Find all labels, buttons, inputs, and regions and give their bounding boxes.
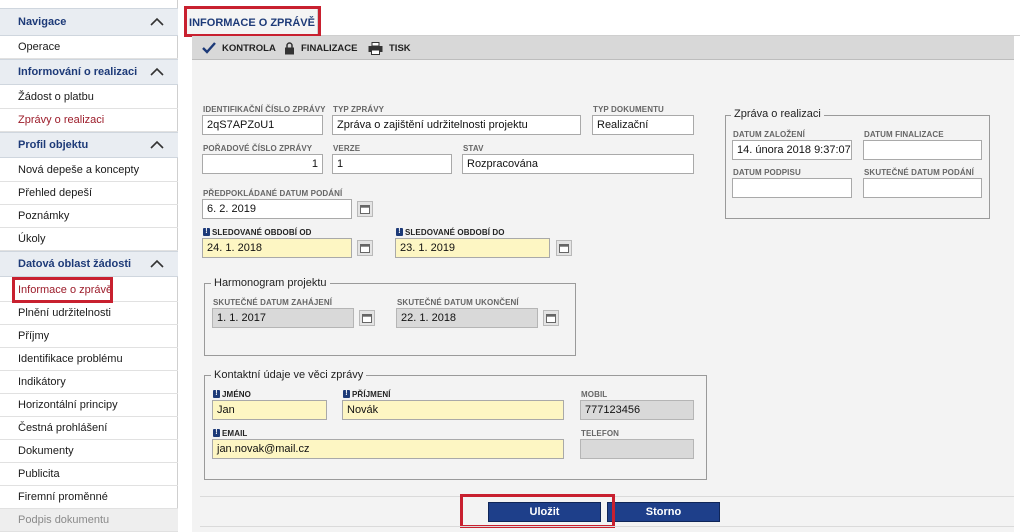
highlight-box (12, 277, 113, 303)
start-date-label: SKUTEČNÉ DATUM ZAHÁJENÍ (213, 298, 333, 307)
last-name-field[interactable]: Novák (342, 400, 564, 420)
sidebar-section-navigace[interactable]: Navigace (0, 8, 178, 36)
calendar-icon[interactable] (357, 201, 373, 217)
sidebar-item-poznamky[interactable]: Poznámky (0, 205, 178, 228)
planned-date-label: PŘEDPOKLÁDANÉ DATUM PODÁNÍ (203, 189, 343, 198)
first-name-field[interactable]: Jan (212, 400, 327, 420)
printer-icon (368, 41, 383, 55)
sidebar-item-operace[interactable]: Operace (0, 36, 178, 59)
created-date-label: DATUM ZALOŽENÍ (733, 130, 805, 139)
type-label: TYP ZPRÁVY (333, 105, 385, 114)
sidebar-section-profil[interactable]: Profil objektu (0, 132, 178, 158)
doctype-label: TYP DOKUMENTU (593, 105, 664, 114)
sidebar-item-identifikace-problemu[interactable]: Identifikace problému (0, 348, 178, 371)
tisk-button[interactable]: TISK (368, 36, 411, 60)
sidebar-item-nova-depese[interactable]: Nová depeše a koncepty (0, 158, 178, 182)
sidebar-item-zadost-o-platbu[interactable]: Žádost o platbu (0, 85, 178, 109)
version-field[interactable]: 1 (332, 154, 452, 174)
last-name-label: PŘÍJMENÍ (343, 390, 391, 399)
finalizace-button[interactable]: FINALIZACE (284, 36, 357, 60)
contact-legend: Kontaktní údaje ve věci zprávy (211, 369, 367, 381)
final-date-field[interactable] (863, 140, 982, 160)
version-label: VERZE (333, 144, 361, 153)
sidebar-section-label: Informování o realizaci (18, 66, 138, 78)
sidebar-item-ukoly[interactable]: Úkoly (0, 228, 178, 251)
sidebar-item-dokumenty[interactable]: Dokumenty (0, 440, 178, 463)
harmonogram-legend: Harmonogram projektu (211, 277, 330, 289)
sign-date-field[interactable] (732, 178, 852, 198)
sidebar-item-plneni-udrzitelnosti[interactable]: Plnění udržitelnosti (0, 302, 178, 325)
sidebar-item-prijmy[interactable]: Příjmy (0, 325, 178, 348)
sidebar-item-prehled-depesi[interactable]: Přehled depeší (0, 182, 178, 205)
doctype-field[interactable]: Realizační (592, 115, 694, 135)
email-field[interactable]: jan.novak@mail.cz (212, 439, 564, 459)
calendar-icon[interactable] (359, 310, 375, 326)
state-label: STAV (463, 144, 484, 153)
sidebar: Navigace Operace Informování o realizaci… (0, 0, 178, 532)
cancel-button[interactable]: Storno (607, 502, 720, 522)
phone-field[interactable] (580, 439, 694, 459)
sidebar-item-horizontalni-principy[interactable]: Horizontální principy (0, 394, 178, 417)
sidebar-section-label: Profil objektu (18, 139, 89, 151)
toolbar: KONTROLA FINALIZACE TISK (192, 36, 1014, 60)
id-field[interactable]: 2qS7APZoU1 (202, 115, 323, 135)
order-field[interactable]: 1 (202, 154, 323, 174)
sidebar-item-cestna-prohlaseni[interactable]: Čestná prohlášení (0, 417, 178, 440)
period-from-label: SLEDOVANÉ OBDOBÍ OD (203, 228, 312, 237)
phone-label: TELEFON (581, 429, 620, 438)
submit-date-field[interactable] (863, 178, 982, 198)
highlight-box (460, 494, 615, 528)
chevron-up-icon (150, 259, 164, 268)
sidebar-item-zpravy-o-realizaci[interactable]: Zprávy o realizaci (0, 109, 178, 132)
lock-icon (285, 41, 294, 54)
chevron-up-icon (150, 67, 164, 76)
calendar-icon[interactable] (556, 240, 572, 256)
sidebar-section-label: Datová oblast žádosti (18, 258, 132, 270)
kontrola-button[interactable]: KONTROLA (202, 36, 276, 60)
period-from-field[interactable]: 24. 1. 2018 (202, 238, 352, 258)
calendar-icon[interactable] (543, 310, 559, 326)
sidebar-section-datova-oblast[interactable]: Datová oblast žádosti (0, 251, 178, 277)
chevron-up-icon (150, 140, 164, 149)
id-label: IDENTIFIKAČNÍ ČÍSLO ZPRÁVY (203, 105, 326, 114)
report-info-legend: Zpráva o realizaci (731, 108, 824, 120)
state-field[interactable]: Rozpracována (462, 154, 694, 174)
submit-date-label: SKUTEČNÉ DATUM PODÁNÍ (864, 168, 974, 177)
created-date-field[interactable]: 14. února 2018 9:37:07 (732, 140, 852, 160)
mobile-label: MOBIL (581, 390, 608, 399)
period-to-label: SLEDOVANÉ OBDOBÍ DO (396, 228, 505, 237)
order-label: POŘADOVÉ ČÍSLO ZPRÁVY (203, 144, 313, 153)
planned-date-field[interactable]: 6. 2. 2019 (202, 199, 352, 219)
sidebar-item-indikatory[interactable]: Indikátory (0, 371, 178, 394)
divider (200, 526, 1014, 527)
period-to-field[interactable]: 23. 1. 2019 (395, 238, 550, 258)
first-name-label: JMÉNO (213, 390, 251, 399)
start-date-field[interactable]: 1. 1. 2017 (212, 308, 354, 328)
mobile-field[interactable]: 777123456 (580, 400, 694, 420)
sidebar-item-podpis-dokumentu[interactable]: Podpis dokumentu (0, 509, 178, 532)
sidebar-section-informovani[interactable]: Informování o realizaci (0, 59, 178, 85)
chevron-up-icon (150, 17, 164, 26)
calendar-icon[interactable] (357, 240, 373, 256)
check-icon (202, 42, 216, 54)
email-label: EMAIL (213, 429, 247, 438)
highlight-box (184, 6, 321, 37)
sign-date-label: DATUM PODPISU (733, 168, 801, 177)
contact-box (204, 375, 707, 480)
sidebar-section-label: Navigace (18, 16, 67, 28)
sidebar-item-publicita[interactable]: Publicita (0, 463, 178, 486)
sidebar-item-firemni-promenne[interactable]: Firemní proměnné (0, 486, 178, 509)
end-date-label: SKUTEČNÉ DATUM UKONČENÍ (397, 298, 519, 307)
final-date-label: DATUM FINALIZACE (864, 130, 944, 139)
type-field[interactable]: Zpráva o zajištění udržitelnosti projekt… (332, 115, 581, 135)
end-date-field[interactable]: 22. 1. 2018 (396, 308, 538, 328)
